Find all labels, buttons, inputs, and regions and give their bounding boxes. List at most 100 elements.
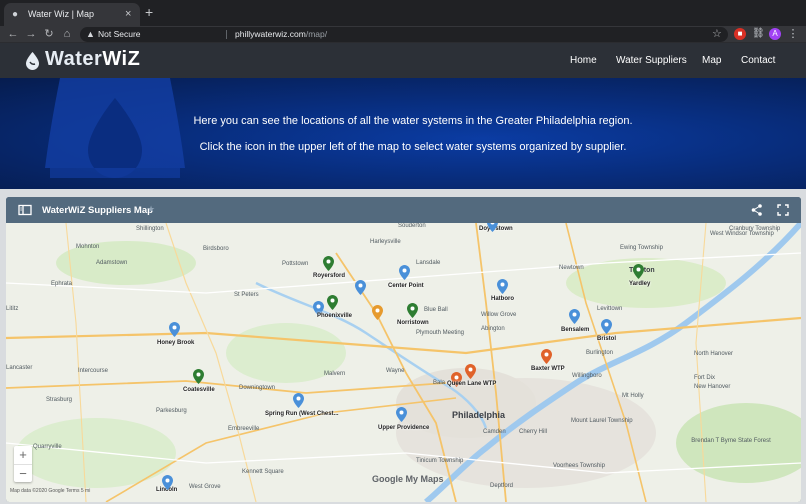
warning-icon[interactable]: ▲ — [86, 28, 95, 41]
map-label: Lancaster — [6, 365, 33, 371]
pin-label: Bristol — [597, 336, 617, 342]
back-icon[interactable]: ← — [6, 27, 20, 41]
map-pin[interactable] — [569, 309, 580, 324]
forward-icon[interactable]: → — [24, 27, 38, 41]
browser-tab[interactable]: ● Water Wiz | Map × — [4, 3, 140, 26]
map-label: Lansdale — [416, 260, 441, 266]
map-label: Shillington — [136, 226, 164, 232]
map-label: Plymouth Meeting — [416, 330, 465, 336]
pin-label: Yardley — [629, 281, 651, 287]
map-pin[interactable] — [541, 349, 552, 364]
map-label: Bala — [433, 380, 446, 386]
map-pin[interactable] — [162, 475, 173, 490]
map-label: Kennett Square — [242, 469, 284, 475]
map-label: West Grove — [189, 484, 221, 490]
map-pin[interactable] — [355, 280, 366, 295]
map-card: WaterWiZ Suppliers Map ★ Shillington Bir… — [6, 197, 801, 502]
map-pin[interactable] — [487, 223, 498, 232]
map-label: Levittown — [597, 306, 623, 312]
map-canvas[interactable]: Shillington Birdsboro Pottstown Harleysv… — [6, 223, 801, 502]
nav-water-suppliers[interactable]: Water Suppliers — [616, 55, 687, 66]
pin-label: Phoenixville — [317, 313, 353, 319]
water-drop-logo-icon[interactable] — [25, 52, 40, 70]
profile-avatar[interactable]: A — [769, 28, 781, 40]
url-host: phillywaterwiz.com — [235, 29, 306, 39]
bookmark-star-icon[interactable]: ☆ — [712, 27, 722, 40]
map-label: Harleysville — [370, 239, 401, 245]
pin-label: Norristown — [397, 320, 429, 326]
address-bar[interactable]: ▲ Not Secure phillywaterwiz.com/map/ ☆ — [80, 27, 728, 42]
map-pin[interactable] — [396, 407, 407, 422]
pin-label: Spring Run (West Chest... — [265, 411, 339, 417]
map-label: Fort Dix — [694, 375, 715, 381]
google-my-maps-logo: Google My Maps — [372, 474, 444, 484]
url-text[interactable]: phillywaterwiz.com/map/ — [235, 29, 327, 39]
pin-label: Center Point — [388, 283, 424, 289]
map-pin[interactable] — [601, 319, 612, 334]
map-pin[interactable] — [407, 303, 418, 318]
fullscreen-icon[interactable] — [775, 202, 791, 218]
map-label: Souderton — [398, 223, 426, 229]
map-label: Ewing Township — [620, 245, 663, 251]
map-pin[interactable] — [633, 264, 644, 279]
map-pin[interactable] — [399, 265, 410, 280]
site-header: WaterWiZ Home Water Suppliers Map Contac… — [0, 43, 806, 78]
map-label: Tinicum Township — [416, 458, 464, 464]
map-legend-toggle-icon[interactable] — [17, 202, 33, 218]
new-tab-button[interactable]: + — [145, 5, 153, 19]
map-label: Newtown — [559, 265, 584, 271]
extensions-puzzle-icon[interactable]: ⛓ — [752, 28, 765, 40]
hero-text-line1: Here you can see the locations of all th… — [193, 115, 633, 127]
map-label: Abington — [481, 326, 505, 332]
hero-banner: Here you can see the locations of all th… — [0, 78, 806, 189]
hero-text-line2: Click the icon in the upper left of the … — [199, 141, 627, 153]
map-label: Adamstown — [96, 260, 128, 266]
home-icon[interactable]: ⌂ — [60, 27, 74, 41]
map-card-header: WaterWiZ Suppliers Map ★ — [6, 197, 801, 223]
map-label: Quarryville — [33, 444, 62, 450]
map-label: Downingtown — [239, 385, 276, 391]
map-pin[interactable] — [169, 322, 180, 337]
map-pin[interactable] — [497, 279, 508, 294]
favorite-star-icon[interactable]: ★ — [147, 204, 155, 215]
pin-label: Baxter WTP — [531, 366, 565, 372]
map-pin[interactable] — [293, 393, 304, 408]
nav-contact[interactable]: Contact — [741, 55, 775, 66]
divider — [226, 30, 227, 39]
url-path: /map/ — [305, 29, 328, 39]
map-pin[interactable] — [323, 256, 334, 271]
security-label[interactable]: Not Secure — [98, 29, 141, 39]
logo-wiz: WiZ — [102, 48, 141, 70]
nav-home[interactable]: Home — [570, 55, 597, 66]
map-label: Lititz — [6, 306, 19, 312]
map-label: Camden — [483, 429, 506, 435]
zoom-out-button[interactable]: − — [14, 464, 32, 482]
zoom-in-button[interactable]: + — [14, 446, 32, 464]
site-logo[interactable]: WaterWiZ — [45, 48, 140, 71]
map-pin[interactable] — [193, 369, 204, 384]
tab-close-icon[interactable]: × — [125, 7, 131, 21]
reload-icon[interactable]: ↻ — [42, 27, 56, 41]
map-label: Cherry Hill — [519, 429, 548, 435]
map-pin[interactable] — [372, 305, 383, 320]
logo-water: Water — [45, 48, 103, 70]
map-label: Mt Holly — [622, 393, 644, 399]
pin-label: Honey Brook — [157, 340, 195, 346]
tab-title: Water Wiz | Map — [28, 9, 95, 19]
pin-label: Queen Lane WTP — [447, 381, 497, 387]
more-menu-icon[interactable]: ⋮ — [787, 28, 799, 40]
map-pin[interactable] — [327, 295, 338, 310]
extension-shield-icon[interactable]: ■ — [734, 28, 746, 40]
map-attribution[interactable]: Map data ©2020 Google Terms 5 mi — [10, 488, 90, 494]
zoom-controls: + − — [14, 446, 32, 482]
map-card-title: WaterWiZ Suppliers Map — [42, 205, 153, 216]
map-label: Mohnton — [76, 244, 100, 250]
map-label: Strasburg — [46, 397, 73, 403]
nav-map[interactable]: Map — [702, 55, 721, 66]
map-label: Wayne — [386, 368, 405, 374]
map-label: Ephrata — [51, 281, 73, 287]
map-section: WaterWiZ Suppliers Map ★ Shillington Bir… — [0, 189, 806, 504]
map-pin[interactable] — [465, 364, 476, 379]
share-icon[interactable] — [749, 202, 765, 218]
favicon-icon: ● — [12, 9, 19, 20]
